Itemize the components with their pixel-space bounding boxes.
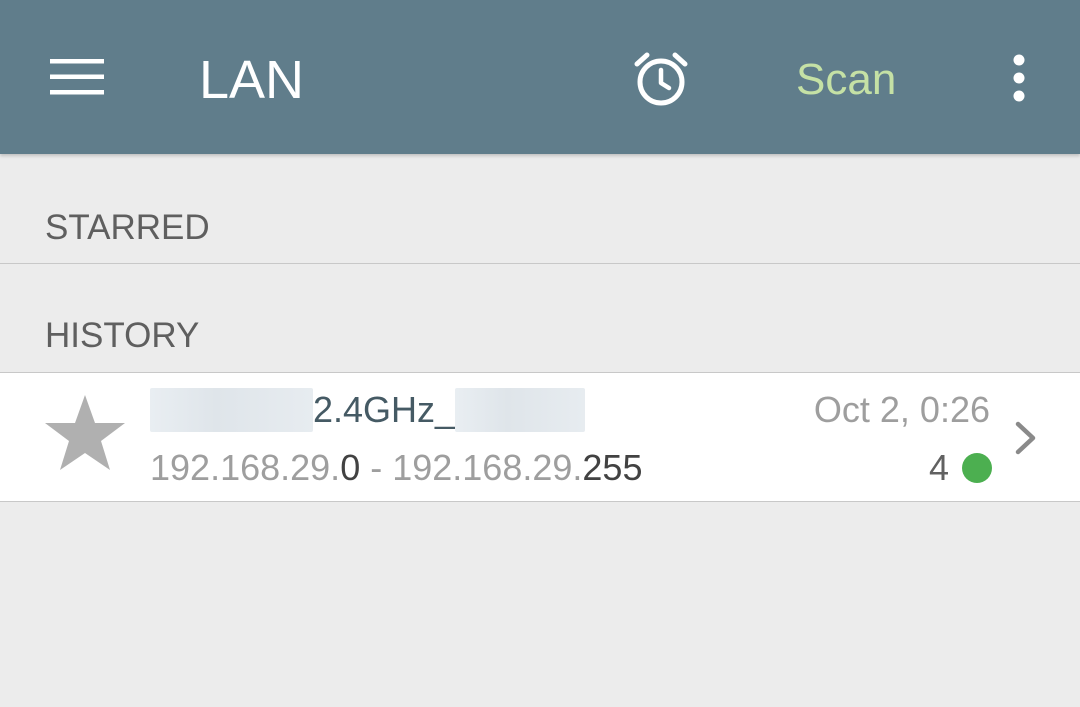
schedule-button[interactable] — [626, 44, 696, 114]
alarm-clock-icon — [634, 52, 688, 106]
menu-button[interactable] — [40, 45, 114, 109]
history-divider-bottom — [0, 501, 1080, 502]
page-title: LAN — [199, 50, 305, 110]
redacted-ssid-suffix — [455, 388, 586, 432]
range-end-octet: 255 — [582, 447, 643, 488]
range-start-octet: 0 — [340, 447, 361, 488]
redacted-ssid-prefix — [150, 388, 313, 432]
online-status-dot — [962, 453, 992, 483]
ip-range: 192.168.29.0 - 192.168.29.255 — [150, 446, 642, 490]
scan-timestamp: Oct 2, 0:26 — [813, 389, 990, 430]
chevron-right-icon — [1015, 421, 1036, 455]
ssid-visible-text: 2.4GHz_ — [313, 389, 456, 430]
range-start-prefix: 192.168.29. — [150, 447, 341, 488]
network-ssid: 2.4GHz_ — [150, 386, 586, 434]
history-section-header: HISTORY — [45, 316, 200, 355]
device-count: 4 — [928, 447, 949, 488]
scan-button[interactable]: Scan — [786, 50, 906, 110]
app-bar: LAN Scan — [0, 0, 1080, 154]
star-icon[interactable] — [42, 392, 128, 474]
range-end-prefix: 192.168.29. — [392, 447, 583, 488]
starred-divider — [0, 263, 1080, 264]
range-separator: - — [360, 447, 393, 488]
menu-icon — [50, 59, 104, 95]
more-vert-icon — [1013, 54, 1025, 102]
starred-section-header: STARRED — [45, 208, 210, 247]
overflow-menu-button[interactable] — [996, 44, 1042, 112]
